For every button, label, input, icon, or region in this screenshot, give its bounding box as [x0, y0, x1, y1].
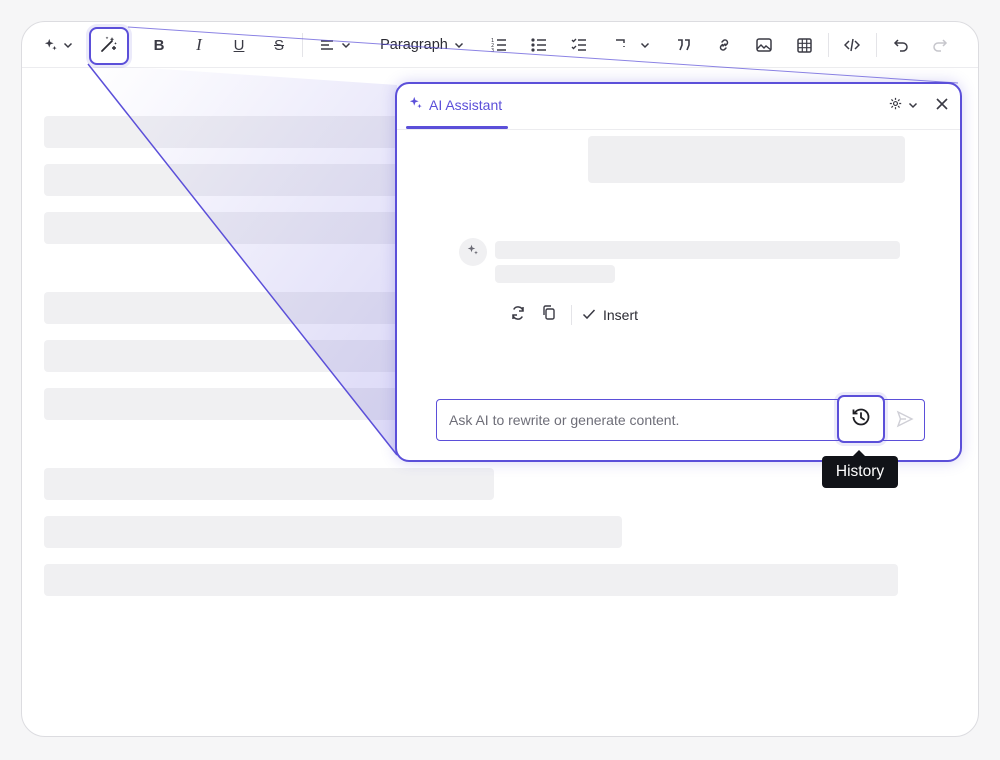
- sparkles-icon: [409, 96, 423, 113]
- insert-label: Insert: [603, 307, 639, 323]
- ai-prompt-field: [436, 395, 925, 443]
- check-icon: [582, 307, 596, 323]
- ai-avatar: [459, 238, 487, 266]
- table-button[interactable]: [793, 33, 815, 57]
- history-icon: [850, 406, 872, 433]
- ai-assistant-title: AI Assistant: [429, 96, 503, 113]
- content-placeholder-line: [44, 388, 404, 420]
- image-button[interactable]: [753, 33, 775, 57]
- chevron-down-icon: [341, 40, 351, 50]
- content-placeholder-line: [44, 516, 622, 548]
- gear-icon: [889, 97, 902, 115]
- bullet-list-icon: [531, 37, 547, 53]
- assistant-settings-dropdown[interactable]: [889, 97, 918, 115]
- italic-button[interactable]: I: [188, 33, 210, 57]
- content-placeholder-line: [44, 468, 494, 500]
- magic-wand-icon: [99, 34, 119, 59]
- content-placeholder-line: [44, 340, 404, 372]
- code-block-icon: [614, 38, 628, 52]
- send-icon: [896, 410, 914, 432]
- sparkles-icon: [44, 38, 58, 52]
- history-tooltip: History: [822, 450, 898, 488]
- chevron-down-icon: [63, 40, 73, 50]
- code-block-dropdown[interactable]: [610, 33, 654, 57]
- copy-icon: [542, 305, 556, 325]
- strikethrough-button[interactable]: S: [268, 33, 290, 57]
- toolbar-divider: [302, 33, 303, 57]
- underline-button[interactable]: U: [228, 33, 250, 57]
- ordered-list-button[interactable]: 123: [488, 33, 510, 57]
- toolbar-divider: [828, 33, 829, 57]
- table-icon: [796, 37, 812, 53]
- todo-list-button[interactable]: [568, 33, 590, 57]
- link-icon: [716, 37, 732, 53]
- ai-prompt-input[interactable]: [437, 400, 837, 439]
- response-actions: Insert: [507, 304, 638, 326]
- blockquote-icon: [676, 38, 692, 52]
- ai-wand-button[interactable]: [89, 27, 129, 65]
- ai-assistant-panel: AI Assistant Insert Ask AI to rewrite or…: [395, 82, 962, 462]
- ai-assistant-tab[interactable]: AI Assistant: [409, 96, 502, 113]
- redo-button[interactable]: [929, 33, 951, 57]
- content-placeholder-line: [44, 164, 404, 196]
- ai-menu-dropdown[interactable]: [40, 33, 76, 57]
- chevron-down-icon: [454, 40, 464, 50]
- bold-button[interactable]: B: [148, 33, 170, 57]
- content-placeholder-line: [44, 564, 898, 596]
- sparkles-icon: [467, 243, 479, 261]
- chevron-down-icon: [908, 97, 918, 115]
- insert-button[interactable]: Insert: [582, 307, 638, 323]
- history-button[interactable]: [837, 395, 885, 443]
- alignment-dropdown[interactable]: [316, 33, 354, 57]
- image-icon: [756, 38, 772, 52]
- ai-response-placeholder-line: [495, 241, 900, 259]
- toolbar-divider: [876, 33, 877, 57]
- redo-icon: [932, 38, 948, 52]
- copy-button[interactable]: [538, 304, 560, 326]
- content-placeholder-line: [44, 212, 404, 244]
- svg-text:3: 3: [491, 48, 494, 53]
- refresh-icon: [510, 305, 526, 326]
- undo-icon: [893, 38, 909, 52]
- actions-divider: [571, 305, 572, 325]
- bullet-list-button[interactable]: [528, 33, 550, 57]
- align-left-icon: [320, 39, 334, 51]
- blockquote-button[interactable]: [673, 33, 695, 57]
- ai-response-placeholder-line: [495, 265, 615, 283]
- paragraph-style-dropdown[interactable]: Paragraph: [376, 33, 468, 57]
- source-code-icon: [844, 38, 860, 52]
- source-code-button[interactable]: [841, 33, 863, 57]
- chevron-down-icon: [640, 40, 650, 50]
- link-button[interactable]: [713, 33, 735, 57]
- paragraph-style-label: Paragraph: [380, 37, 448, 53]
- content-placeholder-line: [44, 292, 404, 324]
- regenerate-button[interactable]: [507, 304, 529, 326]
- send-button[interactable]: [896, 410, 914, 433]
- user-message-placeholder: [588, 136, 905, 183]
- editor-toolbar: B I U S Paragraph 123: [22, 22, 978, 68]
- ordered-list-icon: 123: [491, 37, 507, 53]
- content-placeholder-line: [44, 116, 404, 148]
- close-button[interactable]: [934, 96, 950, 117]
- ai-assistant-header: AI Assistant: [397, 84, 960, 130]
- active-tab-indicator: [406, 126, 508, 129]
- undo-button[interactable]: [890, 33, 912, 57]
- todo-list-icon: [571, 37, 587, 53]
- close-icon: [934, 98, 950, 116]
